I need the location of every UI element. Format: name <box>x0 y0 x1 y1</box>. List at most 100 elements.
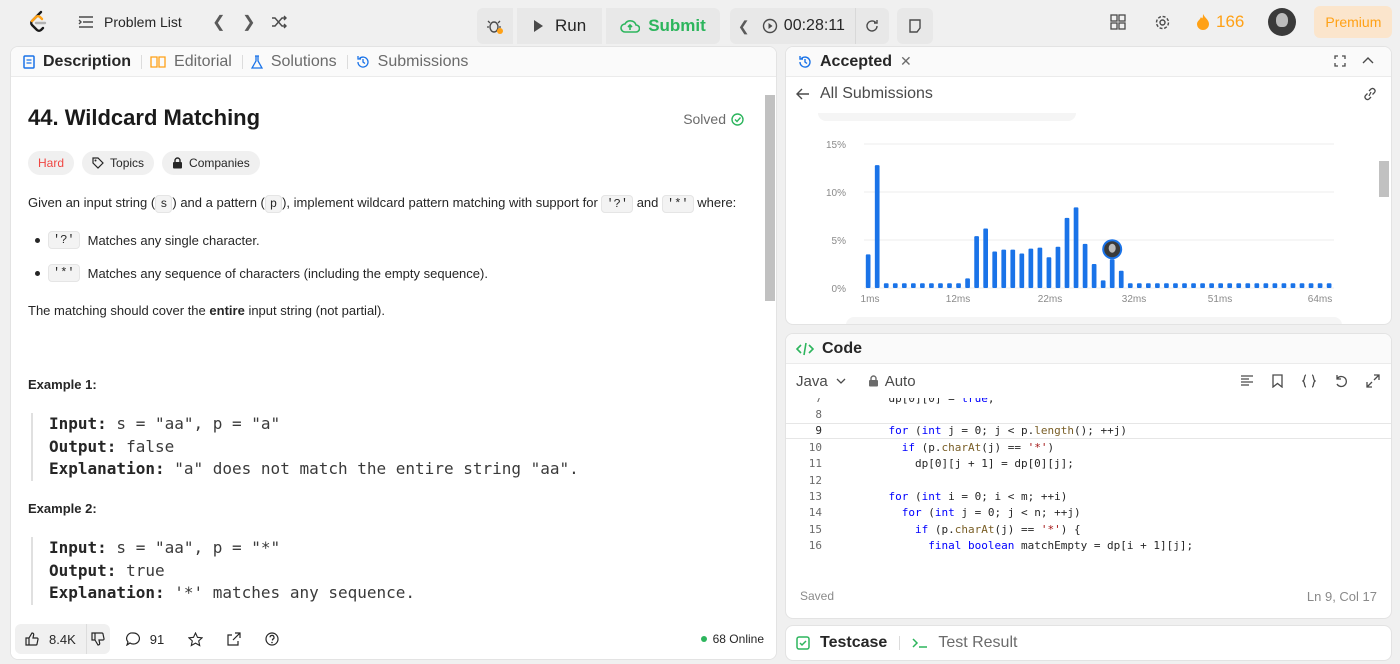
code-line[interactable]: 9 for (int j = 0; j < p.length(); ++j) <box>786 422 1391 440</box>
comments-button[interactable]: 91 <box>125 631 165 647</box>
companies-tag[interactable]: Companies <box>162 151 260 175</box>
thumbs-down-icon[interactable] <box>85 624 110 654</box>
tab-accepted[interactable]: Accepted ✕ <box>798 53 922 71</box>
code-line[interactable]: 13 for (int i = 0; i < m; ++i) <box>786 488 1391 504</box>
description-footer: 8.4K 91 68 Online <box>11 619 776 659</box>
topics-tag[interactable]: Topics <box>82 151 155 175</box>
solved-status: Solved <box>683 111 744 127</box>
bookmark-icon[interactable] <box>1272 374 1283 388</box>
scrollbar-thumb[interactable] <box>765 95 775 301</box>
x-tick-label: 1ms <box>861 294 880 305</box>
chart-bar <box>1028 248 1034 288</box>
layout-icon[interactable] <box>1108 12 1128 32</box>
expand-icon[interactable] <box>1334 55 1346 67</box>
timer-display[interactable]: 00:28:11 <box>758 17 855 35</box>
prev-problem-icon[interactable]: ❮ <box>204 9 234 35</box>
chevron-up-icon[interactable] <box>1362 55 1374 67</box>
format-icon[interactable] <box>1240 375 1254 387</box>
comments-count: 91 <box>149 631 165 647</box>
output-label: Output: <box>49 436 117 456</box>
debug-button[interactable] <box>477 8 513 44</box>
y-tick-label: 10% <box>826 188 846 199</box>
chart-bar <box>901 283 907 288</box>
history-icon <box>798 55 812 69</box>
avatar[interactable] <box>1268 8 1297 36</box>
tab-divider <box>141 54 143 69</box>
chart-bar <box>1164 283 1169 288</box>
chart-header-remnant <box>818 103 1076 121</box>
tab-description[interactable]: Description <box>23 53 141 71</box>
code-line[interactable]: 15 if (p.charAt(j) == '*') { <box>786 521 1391 537</box>
next-problem-icon[interactable]: ❯ <box>234 9 264 35</box>
description-scrollbar[interactable] <box>762 91 776 615</box>
chart-bar <box>983 228 989 288</box>
arrow-left-icon[interactable] <box>796 88 810 100</box>
star-icon[interactable] <box>188 631 204 647</box>
tab-divider <box>899 636 901 650</box>
result-scrollbar[interactable] <box>1377 113 1391 324</box>
explanation-label: Explanation: <box>49 583 165 602</box>
code-line[interactable]: 7 dp[0][0] = true; <box>786 398 1391 406</box>
runtime-distribution-chart: 15% 10% 5% 0% 1ms 12ms 22ms 32ms 51ms 64ms <box>786 103 1376 324</box>
undo-icon[interactable] <box>1334 374 1348 388</box>
premium-button[interactable]: Premium <box>1314 6 1393 38</box>
reset-timer-icon[interactable] <box>854 8 889 44</box>
gear-icon[interactable] <box>1152 12 1172 32</box>
chart-bar <box>929 283 934 288</box>
code-editor[interactable]: 7 dp[0][0] = true; 8 9 for (int j = 0; j <… <box>786 398 1391 566</box>
tab-editorial[interactable]: Editorial <box>150 53 242 71</box>
example-output: Output: true <box>49 560 415 583</box>
language-select[interactable]: Java <box>796 373 846 390</box>
chart-bar <box>1100 280 1106 288</box>
code-line[interactable]: 11 dp[0][j + 1] = dp[0][j]; <box>786 456 1391 472</box>
leetcode-logo-icon[interactable] <box>26 9 50 35</box>
streak-value: 166 <box>1216 12 1245 31</box>
cover-bold: entire <box>209 303 245 318</box>
chart-footer-remnant <box>846 317 1342 324</box>
collapse-timer-icon[interactable]: ❮ <box>730 18 758 35</box>
braces-icon[interactable] <box>1302 374 1316 388</box>
description-panel: Description Editorial Solutions Submissi… <box>10 46 777 660</box>
auto-mode[interactable]: Auto <box>868 373 916 390</box>
share-icon[interactable] <box>227 632 241 646</box>
tab-editorial-label: Editorial <box>174 52 232 70</box>
shuffle-icon[interactable] <box>264 9 294 35</box>
explanation-value: "a" does not match the entire string "aa… <box>164 459 579 478</box>
all-submissions-link[interactable]: All Submissions <box>820 85 933 103</box>
solved-label: Solved <box>683 111 726 127</box>
notes-icon[interactable] <box>896 8 933 44</box>
chevron-down-icon <box>836 378 846 384</box>
difficulty-badge[interactable]: Hard <box>28 151 75 175</box>
chart-bar <box>1055 246 1061 288</box>
help-icon[interactable] <box>265 632 279 646</box>
tab-accepted-label: Accepted <box>820 52 893 70</box>
tab-solutions[interactable]: Solutions <box>250 53 347 71</box>
code-line[interactable]: 8 <box>786 406 1391 422</box>
chart-bar <box>1046 257 1052 288</box>
problem-description: 44. Wildcard Matching Solved Hard Topics… <box>11 77 762 617</box>
tab-testcase[interactable]: Testcase <box>820 634 887 652</box>
fullscreen-icon[interactable] <box>1366 374 1380 388</box>
tab-submissions[interactable]: Submissions <box>356 53 479 71</box>
output-value: false <box>116 436 175 456</box>
problem-list-button[interactable]: Problem List <box>78 14 182 30</box>
scrollbar-thumb[interactable] <box>1379 161 1389 197</box>
streak-counter[interactable]: 166 <box>1196 12 1244 32</box>
code-line[interactable]: 10 if (p.charAt(j) == '*') <box>786 439 1391 455</box>
inline-code-s: s <box>155 195 173 213</box>
runtime-chart-svg: 15% 10% 5% 0% 1ms 12ms 22ms 32ms 51ms 64ms <box>818 103 1342 324</box>
example-input: Input: s = "aa", p = "*" <box>49 537 415 560</box>
code-line[interactable]: 12 <box>786 472 1391 488</box>
code-line[interactable]: 16 final boolean matchEmpty = dp[i + 1][… <box>786 538 1391 554</box>
run-button[interactable]: Run <box>517 8 603 44</box>
like-button[interactable]: 8.4K <box>15 632 86 647</box>
close-icon[interactable]: ✕ <box>900 53 912 70</box>
problem-list-label: Problem List <box>104 14 182 30</box>
chart-bar <box>1182 283 1187 288</box>
link-icon[interactable] <box>1362 87 1378 101</box>
chart-bar <box>1010 249 1016 288</box>
submit-button[interactable]: Submit <box>606 8 720 44</box>
line-number: 14 <box>808 506 822 520</box>
tab-test-result[interactable]: Test Result <box>938 634 1017 652</box>
code-line[interactable]: 14 for (int j = 0; j < n; ++j) <box>786 505 1391 521</box>
